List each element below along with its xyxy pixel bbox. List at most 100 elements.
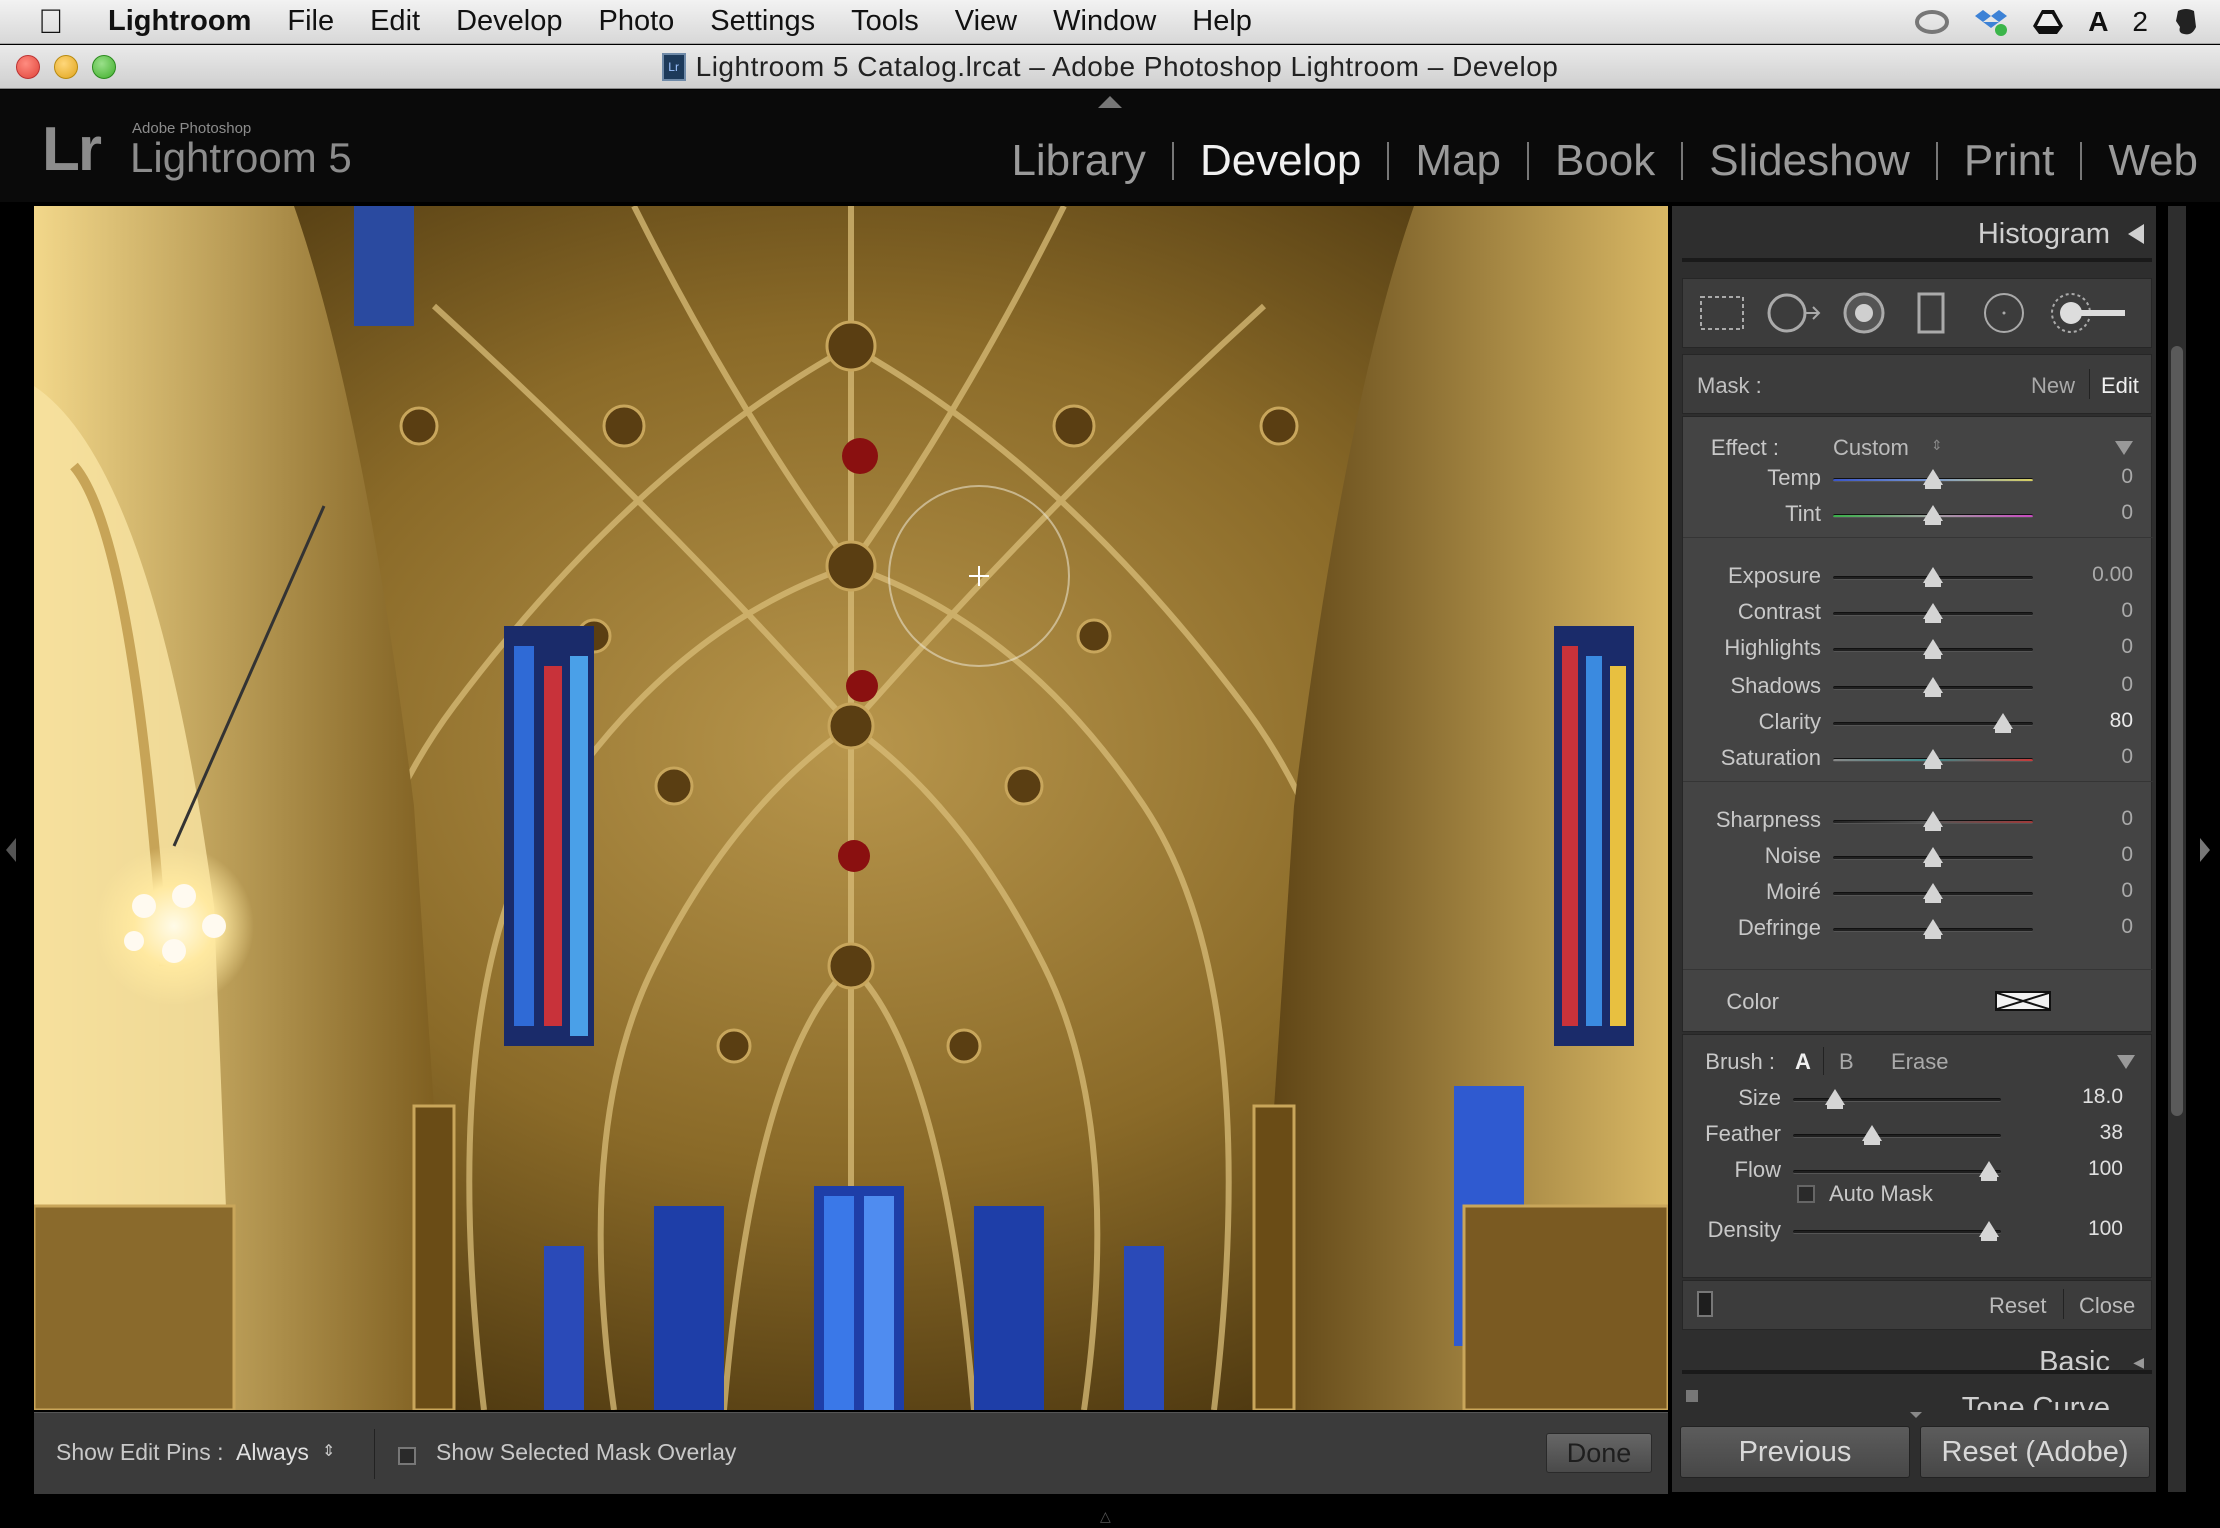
slider-value[interactable]: 0 — [2053, 465, 2133, 489]
zoom-window-button[interactable] — [92, 55, 116, 79]
menu-tools[interactable]: Tools — [851, 5, 919, 38]
brush-slider-track[interactable] — [1793, 1230, 2001, 1234]
effect-preset-select[interactable]: Custom — [1833, 435, 1909, 461]
radial-filter-icon[interactable] — [1979, 291, 2029, 335]
slider-thumb[interactable] — [1923, 469, 1943, 489]
slider-thumb[interactable] — [1993, 713, 2013, 733]
panel-scrollbar[interactable] — [2168, 206, 2186, 1492]
module-library[interactable]: Library — [985, 136, 1172, 186]
module-book[interactable]: Book — [1529, 136, 1681, 186]
menu-file[interactable]: File — [287, 5, 334, 38]
mask-edit-button[interactable]: Edit — [2101, 373, 2139, 399]
menu-window[interactable]: Window — [1053, 5, 1156, 38]
slider-thumb[interactable] — [1923, 749, 1943, 769]
color-swatch[interactable] — [1995, 991, 2051, 1011]
brush-slider-track[interactable] — [1793, 1134, 2001, 1138]
module-slideshow[interactable]: Slideshow — [1683, 136, 1936, 186]
collapse-top-panel-icon[interactable] — [1098, 96, 1122, 108]
module-print[interactable]: Print — [1938, 136, 2080, 186]
effect-disclosure-icon[interactable] — [2115, 441, 2133, 455]
adobe-app-icon[interactable]: A — [2088, 6, 2108, 38]
menu-develop[interactable]: Develop — [456, 5, 562, 38]
brush-a-button[interactable]: A — [1795, 1049, 1811, 1075]
slider-thumb[interactable] — [1923, 847, 1943, 867]
slider-value[interactable]: 0 — [2053, 635, 2133, 659]
brush-b-button[interactable]: B — [1839, 1049, 1854, 1075]
slider-thumb[interactable] — [1923, 677, 1943, 697]
graduated-filter-icon[interactable] — [1911, 291, 1951, 335]
auto-mask-checkbox[interactable] — [1797, 1185, 1815, 1203]
collapse-filmstrip-icon[interactable]: △ — [1100, 1508, 1111, 1525]
brush-slider-thumb[interactable] — [1978, 1161, 1999, 1181]
slider-thumb[interactable] — [1923, 603, 1943, 623]
slider-thumb[interactable] — [1923, 505, 1943, 525]
menu-view[interactable]: View — [955, 5, 1017, 38]
apple-menu-icon[interactable]:  — [38, 0, 78, 44]
expand-right-panel-icon[interactable] — [2200, 838, 2210, 862]
show-edit-pins-select[interactable]: Always — [236, 1439, 309, 1466]
slider-value[interactable]: 0 — [2053, 673, 2133, 697]
module-develop[interactable]: Develop — [1174, 136, 1387, 186]
evernote-icon[interactable] — [2172, 7, 2200, 37]
dropbox-icon[interactable] — [1974, 7, 2008, 37]
slider-value[interactable]: 0 — [2053, 745, 2133, 769]
brush-slider-thumb[interactable] — [1862, 1125, 1883, 1145]
slider-value[interactable]: 0 — [2053, 915, 2133, 939]
tool-enable-switch[interactable] — [1697, 1291, 1713, 1317]
slider-value[interactable]: 0 — [2053, 879, 2133, 903]
drive-icon[interactable] — [2032, 8, 2064, 36]
slider-thumb[interactable] — [1923, 919, 1943, 939]
slider-thumb[interactable] — [1923, 883, 1943, 903]
previous-button[interactable]: Previous — [1680, 1426, 1910, 1478]
slider-thumb[interactable] — [1923, 567, 1943, 587]
brush-erase-button[interactable]: Erase — [1891, 1049, 1948, 1075]
module-map[interactable]: Map — [1389, 136, 1527, 186]
minimize-window-button[interactable] — [54, 55, 78, 79]
collapse-triangle-icon[interactable] — [2128, 224, 2144, 244]
reset-adobe-button[interactable]: Reset (Adobe) — [1920, 1426, 2150, 1478]
brush-slider-value[interactable]: 100 — [2043, 1217, 2123, 1241]
slider-value[interactable]: 0.00 — [2053, 563, 2133, 587]
photo-canvas[interactable] — [34, 206, 1668, 1410]
brush-slider-value[interactable]: 38 — [2043, 1121, 2123, 1145]
slider-value[interactable]: 0 — [2053, 807, 2133, 831]
menu-edit[interactable]: Edit — [370, 5, 420, 38]
mask-overlay-checkbox[interactable] — [398, 1441, 416, 1468]
done-button[interactable]: Done — [1546, 1433, 1652, 1473]
crop-overlay-icon[interactable] — [1697, 291, 1747, 335]
brush-slider-thumb[interactable] — [1824, 1089, 1845, 1109]
expand-left-panel-icon[interactable] — [6, 838, 16, 862]
brush-slider-value[interactable]: 100 — [2043, 1157, 2123, 1181]
slider-thumb[interactable] — [1923, 811, 1943, 831]
creative-cloud-icon[interactable] — [1914, 8, 1950, 36]
scroll-down-icon[interactable] — [1910, 1412, 1922, 1418]
close-window-button[interactable] — [16, 55, 40, 79]
adjustment-brush-icon[interactable] — [2049, 291, 2129, 335]
red-eye-icon[interactable] — [1839, 291, 1889, 335]
slider-thumb[interactable] — [1923, 639, 1943, 659]
collapse-dotted-icon[interactable]: ◀ — [2133, 1354, 2144, 1371]
tool-reset-button[interactable]: Reset — [1989, 1293, 2046, 1319]
module-web[interactable]: Web — [2082, 136, 2198, 186]
panel-switch-icon[interactable] — [1686, 1390, 1698, 1402]
scrollbar-thumb[interactable] — [2171, 346, 2183, 1116]
brush-slider-thumb[interactable] — [1978, 1221, 1999, 1241]
brush-disclosure-icon[interactable] — [2117, 1055, 2135, 1069]
menu-lightroom[interactable]: Lightroom — [108, 5, 251, 38]
brush-slider-value[interactable]: 18.0 — [2043, 1085, 2123, 1109]
menu-help[interactable]: Help — [1192, 5, 1252, 38]
brush-slider-track[interactable] — [1793, 1170, 2001, 1174]
slider-value[interactable]: 0 — [2053, 599, 2133, 623]
slider-value[interactable]: 0 — [2053, 843, 2133, 867]
menu-settings[interactable]: Settings — [710, 5, 815, 38]
preset-stepper-icon[interactable]: ⇕ — [1931, 437, 1943, 454]
select-stepper-icon[interactable]: ⇕ — [322, 1441, 335, 1461]
spot-removal-icon[interactable] — [1765, 291, 1823, 335]
tone-curve-header[interactable]: Tone Curve — [1682, 1378, 2156, 1410]
slider-value[interactable]: 0 — [2053, 501, 2133, 525]
mask-new-button[interactable]: New — [2031, 373, 2075, 399]
tool-close-button[interactable]: Close — [2079, 1293, 2135, 1319]
menu-photo[interactable]: Photo — [598, 5, 674, 38]
slider-value[interactable]: 80 — [2053, 709, 2133, 733]
histogram-header[interactable]: Histogram — [1682, 206, 2156, 262]
